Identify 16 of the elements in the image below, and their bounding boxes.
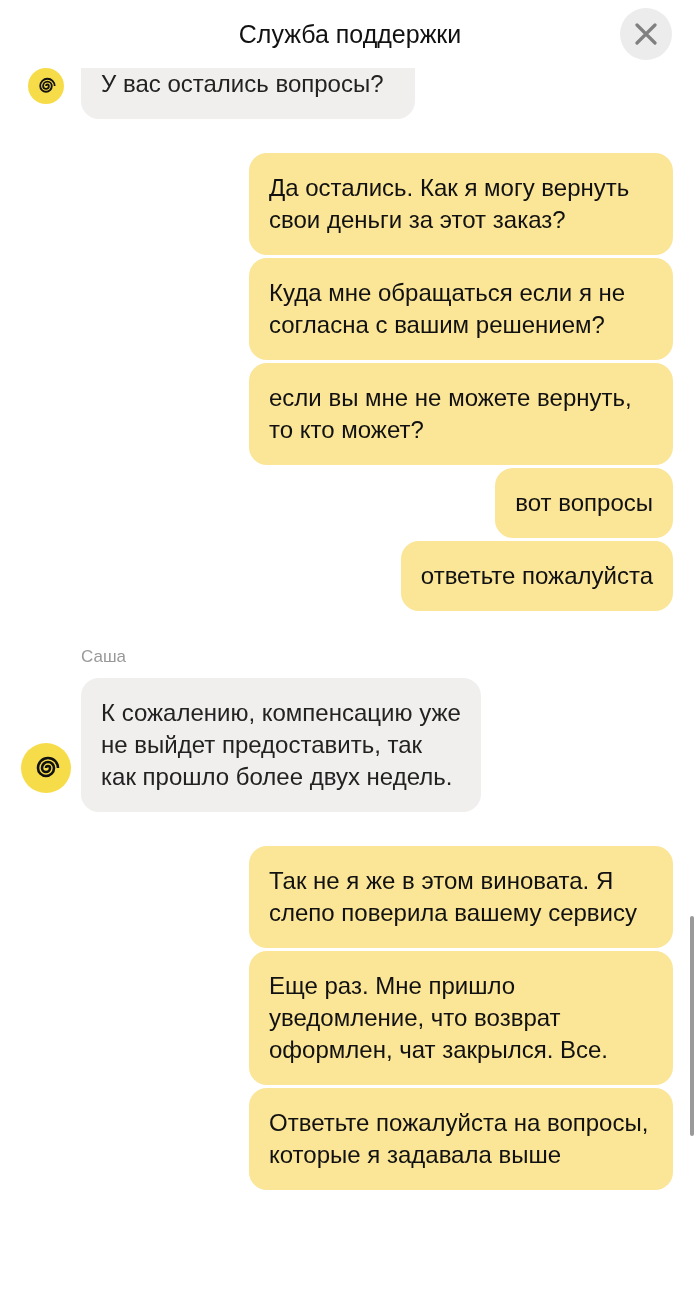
outgoing-message: Еще раз. Мне пришло уведомление, что возврат оформлен, чат закрылся. Все. <box>249 951 673 1085</box>
outgoing-message: Так не я же в этом виновата. Я слепо поверила вашему сервису <box>249 846 673 948</box>
incoming-message: У вас остались вопросы? <box>81 68 415 119</box>
outgoing-message: Ответьте пожалуйста на вопросы, которые я задавала выше <box>249 1088 673 1190</box>
outgoing-message: Да остались. Как я могу вернуть свои деньги за этот заказ? <box>249 153 673 255</box>
chat-title: Служба поддержки <box>238 19 462 49</box>
spiral-avatar-icon <box>21 743 71 793</box>
close-button[interactable] <box>620 8 672 60</box>
outgoing-message: вот вопросы <box>495 468 673 538</box>
outgoing-message: Куда мне обращаться если я не согласна с вашим решением? <box>249 258 673 360</box>
incoming-message: К сожалению, компенсацию уже не выйдет предоставить, так как прошло более двух недель. <box>81 678 481 812</box>
sender-name: Саша <box>81 647 127 667</box>
scrollbar[interactable] <box>690 916 694 1136</box>
outgoing-message: если вы мне не можете вернуть, то кто может? <box>249 363 673 465</box>
close-icon <box>635 23 657 45</box>
outgoing-message: ответьте пожалуйста <box>400 541 673 611</box>
